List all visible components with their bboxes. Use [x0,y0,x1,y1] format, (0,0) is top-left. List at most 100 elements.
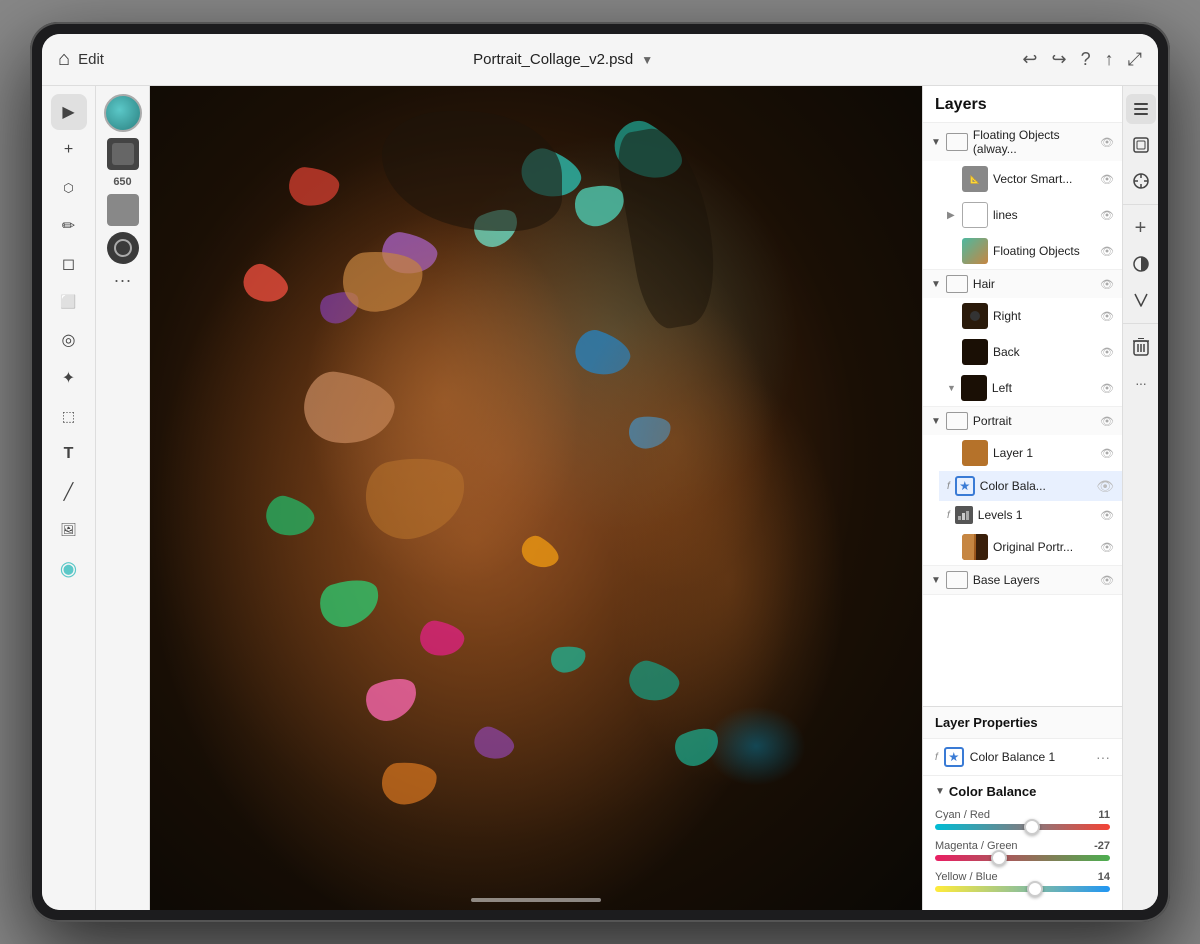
floating-objects-group: ▼ Floating Objects (alway... 👁 📐 Vector … [923,123,1122,270]
gradient-tool[interactable]: ╱ [51,474,87,510]
levels-icon [955,506,973,524]
expand-button[interactable]: ⤢ [1128,49,1142,70]
edit-button[interactable]: Edit [78,51,104,68]
lines-label: lines [993,208,1095,222]
yellow-blue-value: 14 [1098,871,1110,883]
floating-objects-layer-label: Floating Objects [993,244,1095,258]
yellow-blue-label: Yellow / Blue [935,871,998,883]
eye-icon[interactable]: 👁 [1100,346,1114,359]
main-content: ▶ + ⬡ ✏ ◻ ⬜ ◎ ✦ ⬚ T ╱ 🖼 ◉ 650 [42,86,1158,910]
brush-tool[interactable]: ✏ [51,208,87,244]
layer-properties-item: f Color Balance 1 ··· [923,739,1122,776]
eye-icon[interactable]: 👁 [1100,415,1114,428]
eye-icon[interactable]: 👁 [1100,209,1114,222]
magenta-green-thumb[interactable] [991,850,1007,866]
add-layer-button[interactable]: + [1126,213,1156,243]
eye-icon[interactable]: 👁 [1100,447,1114,460]
folder-icon [946,275,968,293]
original-portrait-label: Original Portr... [993,540,1095,554]
canvas-image [150,86,922,910]
brush-preview[interactable] [104,94,142,132]
layers-panel-button[interactable] [1126,94,1156,124]
brush-shape-icon[interactable] [107,138,139,170]
floating-objects-layer[interactable]: Floating Objects 👁 [939,233,1122,269]
more-options-button[interactable]: ··· [1126,368,1156,398]
canvas-area[interactable] [150,86,922,910]
hair-group-header[interactable]: ▼ Hair 👁 [923,270,1122,298]
eye-icon[interactable]: 👁 [1100,509,1114,522]
left-hair-layer[interactable]: ▼ Left 👁 [939,370,1122,406]
clone-tool[interactable]: ◎ [51,322,87,358]
file-chevron-icon[interactable]: ▼ [641,53,653,67]
back-hair-layer[interactable]: Back 👁 [939,334,1122,370]
crop-tool[interactable]: ⬚ [51,398,87,434]
redo-button[interactable]: ↪ [1051,49,1066,70]
eye-icon[interactable]: 👁 [1100,245,1114,258]
folder-icon [946,571,968,589]
portrait-group-header[interactable]: ▼ Portrait 👁 [923,407,1122,435]
layer-thumb [962,339,988,365]
eye-icon[interactable]: 👁 [1100,173,1114,186]
layer-properties-header: Layer Properties [923,707,1122,739]
undo-button[interactable]: ↩ [1022,49,1037,70]
right-panel: Layers ▼ Floating Objects (alway... 👁 [922,86,1122,910]
marquee-tool[interactable]: ⬡ [51,170,87,206]
color-picker-bottom[interactable]: ◉ [51,550,87,586]
add-tool[interactable]: + [51,132,87,168]
erase-icon[interactable] [107,232,139,264]
right-hair-layer[interactable]: Right 👁 [939,298,1122,334]
base-layers-group: ▼ Base Layers 👁 [923,566,1122,595]
eye-icon[interactable]: 👁 [1100,541,1114,554]
vector-smart-layer[interactable]: 📐 Vector Smart... 👁 [939,161,1122,197]
yellow-blue-slider[interactable] [935,886,1110,892]
text-tool[interactable]: T [51,436,87,472]
layer-thumb [962,440,988,466]
color-balance-layer[interactable]: f Color Bala... 👁 [939,471,1122,501]
select-tool[interactable]: ▶ [51,94,87,130]
original-portrait-layer[interactable]: Original Portr... 👁 [939,529,1122,565]
layer-thumb: 📐 [962,166,988,192]
cyan-red-thumb[interactable] [1024,819,1040,835]
properties-panel-button[interactable] [1126,130,1156,160]
cyan-red-value: 11 [1098,809,1110,821]
smudge-tool[interactable]: ✦ [51,360,87,396]
magenta-green-value: -27 [1094,840,1110,852]
layer-more-button[interactable]: ··· [1096,749,1110,765]
eye-icon[interactable]: 👁 [1100,310,1114,323]
layer1-label: Layer 1 [993,446,1095,460]
layers-panel-header: Layers [923,86,1122,123]
floating-objects-header[interactable]: ▼ Floating Objects (alway... 👁 [923,123,1122,161]
yellow-blue-thumb[interactable] [1027,881,1043,897]
mask-button[interactable] [1126,249,1156,279]
chevron-down-icon: ▼ [931,137,941,148]
more-tools-button[interactable]: ··· [114,270,132,291]
eye-crossed-icon[interactable]: 👁 [1096,478,1114,495]
f-label: f [947,510,950,521]
folder-icon [946,133,968,151]
delete-button[interactable] [1126,332,1156,362]
vector-smart-label: Vector Smart... [993,172,1095,186]
levels1-layer[interactable]: f Levels 1 👁 [939,501,1122,529]
fx-button[interactable] [1126,285,1156,315]
magenta-green-slider[interactable] [935,855,1110,861]
help-button[interactable]: ? [1081,49,1091,70]
left-hair-label: Left [992,381,1095,395]
eye-icon[interactable]: 👁 [1100,382,1114,395]
base-layers-header[interactable]: ▼ Base Layers 👁 [923,566,1122,594]
layer1-layer[interactable]: Layer 1 👁 [939,435,1122,471]
share-button[interactable]: ↑ [1105,49,1114,70]
eye-icon[interactable]: 👁 [1100,278,1114,291]
eye-icon[interactable]: 👁 [1100,574,1114,587]
home-button[interactable]: ⌂ [58,48,70,71]
eye-icon[interactable]: 👁 [1100,136,1114,149]
layer-thumb [962,303,988,329]
file-title[interactable]: Portrait_Collage_v2.psd [473,51,633,68]
adjustments-panel-button[interactable] [1126,166,1156,196]
cyan-red-slider[interactable] [935,824,1110,830]
color-balance-label: Color Bala... [980,479,1091,493]
eraser-tool[interactable]: ◻ [51,246,87,282]
opacity-control[interactable] [107,194,139,226]
transform-tool[interactable]: ⬜ [51,284,87,320]
lines-layer[interactable]: ▶ lines 👁 [939,197,1122,233]
image-tool[interactable]: 🖼 [51,512,87,548]
